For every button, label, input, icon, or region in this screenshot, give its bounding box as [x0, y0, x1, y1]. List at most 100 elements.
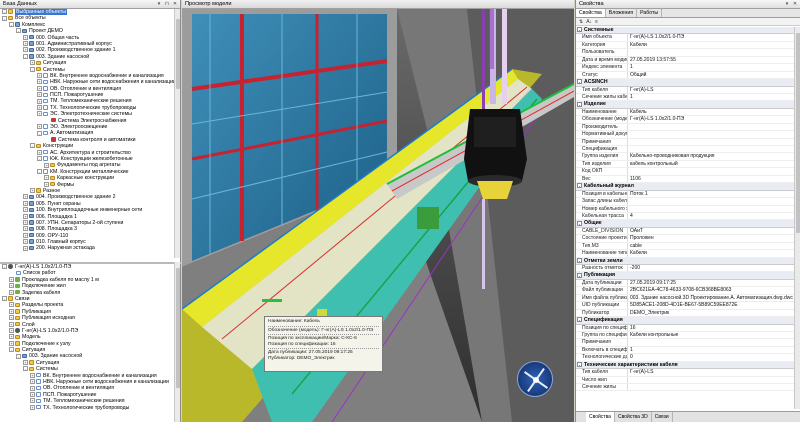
expand-icon[interactable]: +: [9, 340, 14, 346]
close-icon[interactable]: ✕: [792, 1, 798, 7]
expand-icon[interactable]: +: [23, 200, 28, 206]
expand-icon[interactable]: +: [9, 283, 14, 289]
property-value[interactable]: 003. Здание насосной.3D Проектирование.А…: [628, 295, 795, 301]
expand-icon[interactable]: +: [37, 149, 42, 155]
collapse-icon[interactable]: -: [30, 143, 35, 149]
expand-icon[interactable]: +: [23, 47, 28, 53]
expand-icon[interactable]: +: [23, 245, 28, 251]
property-value[interactable]: [628, 131, 795, 137]
object-tree-scrollbar[interactable]: [174, 9, 180, 258]
pin-icon[interactable]: ▾: [156, 1, 162, 7]
collapse-icon[interactable]: -: [577, 101, 582, 107]
property-row[interactable]: Код ОКП: [576, 168, 795, 176]
expand-icon[interactable]: +: [30, 398, 35, 404]
sort-categorized-icon[interactable]: ⇅: [579, 18, 583, 25]
property-value[interactable]: DEMO_Электрик: [628, 310, 795, 316]
property-value[interactable]: [628, 139, 795, 145]
green-box[interactable]: [417, 207, 439, 229]
close-icon[interactable]: ✕: [172, 1, 178, 7]
property-grid-scrollbar[interactable]: [794, 27, 800, 409]
collapse-icon[interactable]: -: [577, 272, 582, 278]
expand-icon[interactable]: +: [30, 372, 35, 378]
property-row[interactable]: Запас длины кабеля: [576, 198, 795, 206]
collapse-icon[interactable]: -: [2, 264, 7, 270]
expand-icon[interactable]: +: [23, 239, 28, 245]
property-value[interactable]: Кабели контрольные: [628, 332, 795, 338]
property-value[interactable]: 0: [628, 354, 795, 360]
collapse-icon[interactable]: -: [9, 347, 14, 353]
property-row[interactable]: Статус Общий: [576, 71, 795, 80]
property-value[interactable]: 1: [628, 347, 795, 353]
property-row[interactable]: Позиция по спецификации16: [576, 324, 795, 332]
object-tree[interactable]: - Выбранные объекты - Все объекты - Комплекс -…: [0, 9, 181, 258]
property-row[interactable]: Сечение жилы кабеля1: [576, 93, 795, 102]
tab-attachments[interactable]: Вложения: [606, 9, 638, 17]
collapse-icon[interactable]: -: [23, 366, 28, 372]
collapse-icon[interactable]: -: [37, 156, 42, 162]
expand-icon[interactable]: +: [37, 79, 42, 85]
property-row[interactable]: Состояние проектированияПроложен: [576, 235, 795, 243]
collapse-icon[interactable]: -: [16, 28, 21, 34]
property-row[interactable]: Тип изделия кабель контрольный: [576, 160, 795, 169]
expand-icon[interactable]: +: [9, 289, 14, 295]
sort-alphabetical-icon[interactable]: A↓: [586, 18, 592, 25]
property-value[interactable]: [628, 339, 795, 345]
expand-icon[interactable]: +: [9, 308, 14, 314]
expand-icon[interactable]: +: [37, 111, 42, 117]
expand-icon[interactable]: +: [37, 124, 42, 130]
expand-icon[interactable]: +: [9, 328, 14, 334]
property-value[interactable]: cable: [628, 243, 795, 249]
property-category[interactable]: - Изделие: [576, 101, 795, 109]
collapse-icon[interactable]: -: [37, 168, 42, 174]
tab-works[interactable]: Работы: [637, 9, 663, 17]
property-value[interactable]: Г-нг(А)-LS 1.0х2/1.0-ПЭ: [628, 34, 795, 40]
collapse-icon[interactable]: -: [577, 183, 582, 189]
property-value[interactable]: Г-нг(А)-LS: [628, 369, 795, 375]
collapse-icon[interactable]: -: [9, 21, 14, 27]
collapse-icon[interactable]: -: [577, 317, 582, 323]
property-row[interactable]: Включать в спецификацию1: [576, 346, 795, 355]
expand-icon[interactable]: +: [30, 379, 35, 385]
property-value[interactable]: Кабели: [628, 42, 795, 48]
property-row[interactable]: UID публикации 5D85ACE1-208D-4D1E-BE67-5B…: [576, 302, 795, 310]
property-value[interactable]: 4: [628, 213, 795, 219]
property-row[interactable]: Дата и время модификации27.05.2019 13:57…: [576, 56, 795, 65]
property-row[interactable]: Имя объекта Г-нг(А)-LS 1.0х2/1.0-ПЭ: [576, 34, 795, 42]
property-value[interactable]: [628, 206, 795, 212]
property-value[interactable]: Кабель: [628, 109, 795, 115]
expand-icon[interactable]: +: [44, 175, 49, 181]
property-category[interactable]: - ACSINCH: [576, 79, 795, 87]
collapse-icon[interactable]: -: [577, 27, 582, 33]
property-row[interactable]: Группа по спецификацииКабели контрольные: [576, 331, 795, 340]
expand-icon[interactable]: +: [37, 104, 42, 110]
expand-icon[interactable]: +: [30, 404, 35, 410]
property-row[interactable]: Наименование типа Кабели: [576, 250, 795, 258]
expand-icon[interactable]: +: [23, 220, 28, 226]
property-category[interactable]: - Общие: [576, 220, 795, 228]
collapse-icon[interactable]: -: [577, 220, 582, 226]
property-category[interactable]: - Публикация: [576, 272, 795, 280]
property-row[interactable]: Обозначение (модель)Г-нг(А)-LS 1.0х2/1.0…: [576, 116, 795, 124]
property-row[interactable]: Производитель: [576, 123, 795, 132]
property-value[interactable]: [628, 49, 795, 55]
expand-icon[interactable]: +: [37, 73, 42, 79]
tab-properties-3d[interactable]: Свойства 3D: [615, 412, 652, 422]
property-pages-icon[interactable]: ≡: [595, 18, 598, 25]
collapse-icon[interactable]: -: [2, 296, 7, 302]
collapse-icon[interactable]: -: [30, 66, 35, 72]
property-value[interactable]: [628, 377, 795, 383]
property-row[interactable]: Группа изделия Кабельно-проводниковая про…: [576, 153, 795, 161]
expand-icon[interactable]: +: [30, 188, 35, 194]
selected-object-tree[interactable]: - Г-нг(А)-LS 1.0х2/1.0-ПЭ Список работ + Про…: [0, 262, 181, 422]
collapse-icon[interactable]: -: [2, 9, 7, 15]
property-row[interactable]: Наименование Кабель: [576, 108, 795, 117]
property-value[interactable]: 5D85ACE1-208D-4D1E-BE67-5B89C59EE872E: [628, 302, 795, 308]
expand-icon[interactable]: +: [23, 213, 28, 219]
property-category[interactable]: - Кабельный журнал: [576, 183, 795, 191]
expand-icon[interactable]: +: [9, 302, 14, 308]
expand-icon[interactable]: +: [23, 359, 28, 365]
expand-icon[interactable]: +: [37, 98, 42, 104]
expand-icon[interactable]: +: [9, 276, 14, 282]
expand-icon[interactable]: +: [30, 385, 35, 391]
property-value[interactable]: -200: [628, 265, 795, 271]
